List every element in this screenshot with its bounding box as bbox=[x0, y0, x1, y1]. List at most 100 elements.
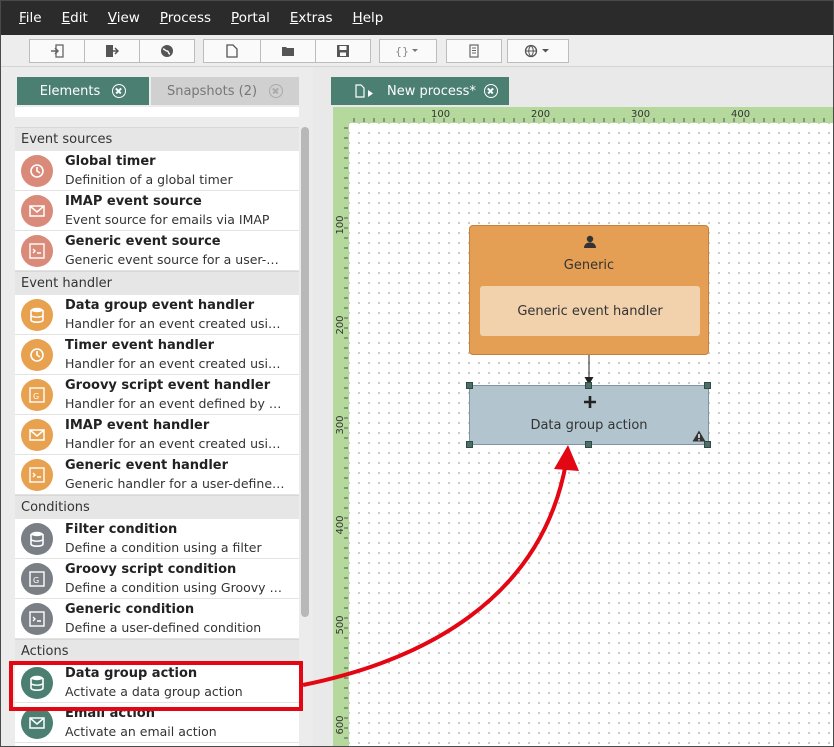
ruler-left-ticks: 100 200 300 400 500 600 bbox=[335, 127, 348, 739]
tab-snapshots[interactable]: Snapshots (2) bbox=[151, 77, 299, 105]
export-button[interactable] bbox=[84, 39, 140, 63]
editor-panel: New process* 100 200 300 400 100 200 300 400 50… bbox=[321, 67, 833, 746]
element-global-timer[interactable]: Global timer Definition of a global timer bbox=[15, 151, 299, 191]
app-window: File Edit View Process Portal Extras Help {} bbox=[0, 0, 834, 747]
resize-handle[interactable] bbox=[466, 441, 473, 448]
tab-snapshots-label: Snapshots (2) bbox=[166, 83, 258, 99]
menu-edit[interactable]: Edit bbox=[62, 10, 88, 26]
element-description: Handler for an event created using ... bbox=[65, 355, 285, 371]
element-groovy-script-event-handler[interactable]: G Groovy script event handler Handler for … bbox=[15, 375, 299, 415]
resize-handle[interactable] bbox=[585, 441, 592, 448]
globe-button[interactable] bbox=[139, 39, 195, 63]
element-description: Handler for an event defined by a G... bbox=[65, 395, 285, 411]
ruler-left-label: 400 bbox=[335, 515, 346, 534]
save-button[interactable] bbox=[315, 39, 371, 63]
menu-process[interactable]: Process bbox=[160, 10, 211, 26]
element-imap-event-source[interactable]: IMAP event source Event source for emails… bbox=[15, 191, 299, 231]
svg-text:{}: {} bbox=[395, 45, 409, 58]
element-description: Activate an email action bbox=[65, 723, 217, 739]
document-button[interactable] bbox=[446, 39, 502, 63]
open-button[interactable] bbox=[260, 39, 316, 63]
close-tab-icon[interactable] bbox=[112, 84, 127, 98]
element-description: Generic event source for a user-defi... bbox=[65, 251, 285, 267]
clock-add-icon bbox=[21, 154, 53, 187]
resize-handle[interactable] bbox=[704, 382, 711, 389]
element-timer-event-handler[interactable]: Timer event handler Handler for an event … bbox=[15, 335, 299, 375]
web-dropdown-button[interactable] bbox=[507, 39, 569, 63]
envelope-add-icon bbox=[21, 194, 53, 227]
file-play-icon bbox=[355, 84, 373, 98]
ruler-top-ticks: 100 200 300 400 bbox=[353, 109, 825, 122]
element-generic-event-handler[interactable]: Generic event handler Generic handler for… bbox=[15, 455, 299, 495]
save-icon bbox=[337, 45, 349, 57]
ruler-left-label: 100 bbox=[335, 215, 346, 234]
element-title: Timer event handler bbox=[65, 337, 214, 353]
group-header: Event handler bbox=[15, 271, 299, 295]
new-file-button[interactable] bbox=[203, 39, 261, 63]
import-button[interactable] bbox=[29, 39, 85, 63]
new-file-icon bbox=[226, 44, 238, 58]
element-imap-event-handler[interactable]: IMAP event handler Handler for an event c… bbox=[15, 415, 299, 455]
element-description: Generic handler for a user-defined e... bbox=[65, 475, 285, 491]
script-condition-icon bbox=[21, 602, 53, 635]
element-description: Handler for an event created using ... bbox=[65, 435, 285, 451]
web-dropdown-icon bbox=[524, 44, 549, 58]
highlight-box bbox=[9, 661, 303, 711]
element-data-group-event-handler[interactable]: Data group event handler Handler for an e… bbox=[15, 295, 299, 335]
element-title: Global timer bbox=[65, 153, 156, 169]
script-bolt-icon bbox=[21, 458, 53, 491]
tab-new-process[interactable]: New process* bbox=[331, 77, 509, 105]
element-description: Definition of a global timer bbox=[65, 171, 233, 187]
menubar: File Edit View Process Portal Extras Help bbox=[1, 1, 833, 35]
envelope-gear-icon bbox=[21, 706, 53, 739]
groovy-bolt-icon: G bbox=[21, 378, 53, 411]
action-node-label: Data group action bbox=[530, 418, 648, 433]
element-filter-condition[interactable]: Filter condition Define a condition using… bbox=[15, 519, 299, 559]
element-description: Define a user-defined condition bbox=[65, 619, 262, 635]
close-tab-icon[interactable] bbox=[269, 84, 284, 98]
document-icon bbox=[469, 44, 479, 58]
menu-extras[interactable]: Extras bbox=[290, 10, 333, 26]
process-canvas[interactable]: Generic Generic event handler Data group… bbox=[349, 123, 833, 746]
menu-help[interactable]: Help bbox=[353, 10, 384, 26]
element-title: Generic event source bbox=[65, 233, 221, 249]
scrollbar[interactable] bbox=[301, 127, 309, 617]
element-title: Generic condition bbox=[65, 601, 195, 617]
action-node[interactable]: Data group action bbox=[469, 385, 709, 445]
ruler-left-label: 500 bbox=[335, 615, 346, 634]
element-description: Define a condition using Groovy scri... bbox=[65, 579, 285, 595]
element-generic-event-source[interactable]: Generic event source Generic event source… bbox=[15, 231, 299, 271]
menu-portal[interactable]: Portal bbox=[231, 10, 270, 26]
import-icon bbox=[51, 44, 64, 58]
resize-handle[interactable] bbox=[704, 441, 711, 448]
element-title: IMAP event source bbox=[65, 193, 202, 209]
svg-text:G: G bbox=[33, 392, 39, 401]
braces-dropdown-button[interactable]: {} bbox=[379, 39, 437, 63]
ruler-top-label: 300 bbox=[631, 109, 650, 120]
export-icon bbox=[106, 45, 119, 57]
element-description: Event source for emails via IMAP bbox=[65, 211, 270, 227]
resize-handle[interactable] bbox=[466, 382, 473, 389]
element-title: Filter condition bbox=[65, 521, 178, 537]
close-tab-icon[interactable] bbox=[483, 84, 498, 98]
element-generic-condition[interactable]: Generic condition Define a user-defined c… bbox=[15, 599, 299, 639]
element-description: Handler for an event created using ... bbox=[65, 315, 285, 331]
tab-elements[interactable]: Elements bbox=[17, 77, 149, 105]
toolbar: {} bbox=[1, 35, 833, 67]
menu-file[interactable]: File bbox=[19, 10, 42, 26]
globe-icon bbox=[161, 45, 173, 57]
clock-bolt-icon bbox=[21, 338, 53, 371]
ruler-left-label: 600 bbox=[335, 715, 346, 734]
group-header: Event sources bbox=[15, 127, 299, 151]
plus-icon bbox=[584, 396, 596, 408]
resize-handle[interactable] bbox=[585, 382, 592, 389]
element-groovy-script-condition[interactable]: G Groovy script condition Define a conditi… bbox=[15, 559, 299, 599]
database-bolt-icon bbox=[21, 298, 53, 331]
ruler-left-label: 200 bbox=[335, 315, 346, 334]
groovy-condition-icon: G bbox=[21, 562, 53, 595]
group-header: Conditions bbox=[15, 495, 299, 519]
ruler-left: 100 200 300 400 500 600 bbox=[333, 123, 349, 746]
database-filter-icon bbox=[21, 522, 53, 555]
ruler-left-label: 300 bbox=[335, 415, 346, 434]
menu-view[interactable]: View bbox=[108, 10, 140, 26]
